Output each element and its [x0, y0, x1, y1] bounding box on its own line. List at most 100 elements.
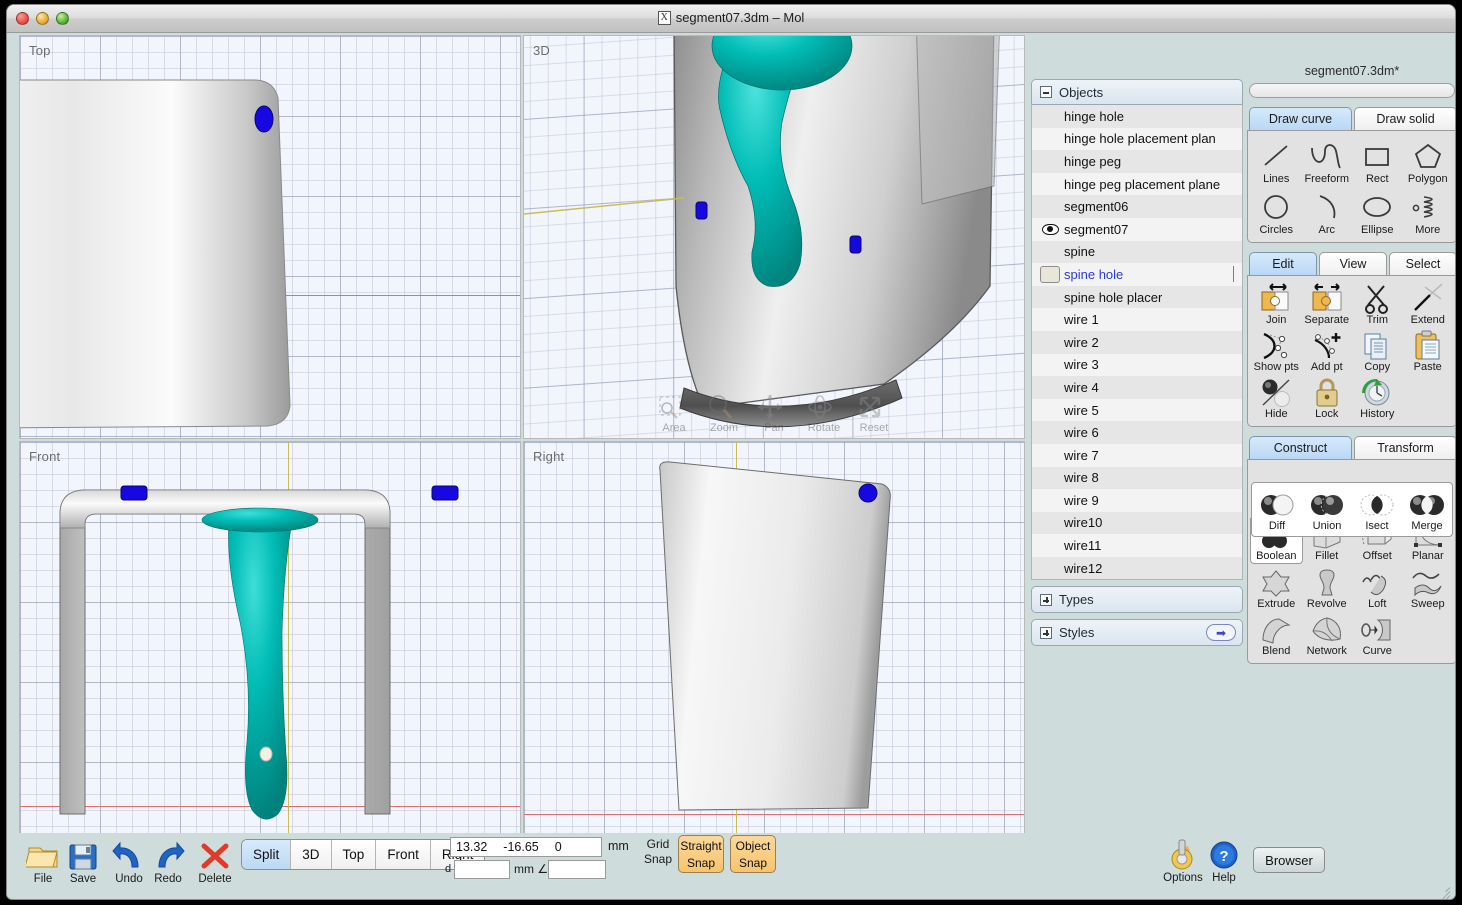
list-item[interactable]: spine: [1032, 241, 1242, 264]
tool-union[interactable]: Union: [1302, 488, 1352, 533]
distance-input[interactable]: [454, 860, 510, 879]
list-item[interactable]: wire 3: [1032, 354, 1242, 377]
object-snap-button[interactable]: Object Snap: [730, 835, 776, 873]
list-item[interactable]: wire12: [1032, 557, 1242, 580]
tool-lines[interactable]: Lines: [1251, 137, 1302, 186]
view-button-split[interactable]: Split: [242, 840, 291, 869]
tool-loft[interactable]: Loft: [1352, 566, 1403, 611]
list-item[interactable]: wire 2: [1032, 331, 1242, 354]
tool-merge[interactable]: Merge: [1402, 488, 1452, 533]
view-button-3d[interactable]: 3D: [291, 840, 331, 869]
list-item[interactable]: segment07: [1032, 218, 1242, 241]
list-item[interactable]: hinge peg placement plane: [1032, 173, 1242, 196]
browser-button[interactable]: Browser: [1253, 847, 1325, 873]
options-button[interactable]: Options: [1158, 838, 1208, 884]
list-item[interactable]: wire10: [1032, 512, 1242, 535]
list-item[interactable]: hinge hole placement plan: [1032, 128, 1242, 151]
tab-draw-curve[interactable]: Draw curve: [1249, 107, 1352, 130]
styles-panel-header[interactable]: Styles ➡: [1031, 619, 1243, 646]
tab-edit[interactable]: Edit: [1249, 252, 1317, 275]
list-item[interactable]: hinge hole: [1032, 105, 1242, 128]
straight-snap-button[interactable]: Straight Snap: [678, 835, 724, 873]
undo-button[interactable]: Undo: [107, 839, 151, 885]
list-item[interactable]: wire 8: [1032, 467, 1242, 490]
tool-diff[interactable]: Diff: [1252, 488, 1302, 533]
tool-polygon[interactable]: Polygon: [1403, 137, 1454, 186]
tool-curve[interactable]: Curve: [1352, 613, 1403, 658]
tool-circles[interactable]: Circles: [1251, 188, 1302, 237]
coordinate-input[interactable]: 13.32 -16.65 0: [450, 837, 602, 857]
tool-arc[interactable]: Arc: [1302, 188, 1353, 237]
tool-add-pt[interactable]: Add pt: [1302, 329, 1353, 374]
list-item[interactable]: wire 1: [1032, 308, 1242, 331]
row-gutter[interactable]: [1036, 266, 1064, 283]
view-button-top[interactable]: Top: [332, 840, 377, 869]
types-panel-header[interactable]: Types: [1031, 586, 1243, 613]
nav-zoom-button[interactable]: Zoom: [705, 392, 743, 434]
view-button-front[interactable]: Front: [376, 840, 431, 869]
grid-snap-toggle[interactable]: Grid Snap: [641, 837, 675, 867]
list-item-selected[interactable]: spine hole: [1032, 263, 1242, 286]
list-item[interactable]: segment06: [1032, 195, 1242, 218]
style-swatch-icon[interactable]: [1040, 266, 1060, 283]
tool-lock[interactable]: Lock: [1302, 376, 1353, 421]
tool-ellipse[interactable]: Ellipse: [1352, 188, 1403, 237]
boolean-flyout[interactable]: Diff Union Isect Merge: [1251, 482, 1453, 537]
viewport-front[interactable]: Front: [19, 441, 521, 845]
tool-history[interactable]: History: [1352, 376, 1403, 421]
tool-isect[interactable]: Isect: [1352, 488, 1402, 533]
list-item[interactable]: wire 5: [1032, 399, 1242, 422]
nav-reset-button[interactable]: Reset: [855, 392, 893, 434]
tool-extend[interactable]: Extend: [1403, 282, 1454, 327]
help-button[interactable]: ? Help: [1203, 838, 1245, 884]
list-item[interactable]: wire 9: [1032, 489, 1242, 512]
viewport-nav-controls[interactable]: Area Zoom Pan: [655, 392, 893, 434]
tool-copy[interactable]: Copy: [1352, 329, 1403, 374]
viewport-3d[interactable]: 3D Area Zoom: [523, 35, 1025, 439]
tool-show-pts[interactable]: Show pts: [1251, 329, 1302, 374]
tab-view[interactable]: View: [1319, 252, 1387, 275]
collapse-minus-icon[interactable]: [1040, 86, 1052, 98]
tab-construct[interactable]: Construct: [1249, 436, 1352, 459]
tool-more[interactable]: More: [1403, 188, 1454, 237]
tool-hide[interactable]: Hide: [1251, 376, 1302, 421]
list-item[interactable]: wire11: [1032, 534, 1242, 557]
tool-blend[interactable]: Blend: [1251, 613, 1302, 658]
tool-join[interactable]: Join: [1251, 282, 1302, 327]
resize-grip[interactable]: [1436, 883, 1450, 897]
expand-plus-icon[interactable]: [1040, 594, 1052, 606]
nav-rotate-button[interactable]: Rotate: [805, 392, 843, 434]
tool-revolve[interactable]: Revolve: [1302, 566, 1353, 611]
tool-trim[interactable]: Trim: [1352, 282, 1403, 327]
objects-list[interactable]: hinge hole hinge hole placement plan hin…: [1031, 104, 1243, 580]
redo-button[interactable]: Redo: [146, 839, 190, 885]
row-gutter[interactable]: [1036, 224, 1064, 235]
list-item[interactable]: wire 7: [1032, 444, 1242, 467]
objects-panel-header[interactable]: Objects: [1031, 79, 1243, 104]
command-line-input[interactable]: [1249, 83, 1455, 98]
viewport-top[interactable]: Top: [19, 35, 521, 439]
tab-select[interactable]: Select: [1389, 252, 1456, 275]
tool-network[interactable]: Network: [1302, 613, 1353, 658]
expand-plus-icon[interactable]: [1040, 627, 1052, 639]
nav-pan-button[interactable]: Pan: [755, 392, 793, 434]
tool-separate[interactable]: Separate: [1302, 282, 1353, 327]
tool-sweep[interactable]: Sweep: [1403, 566, 1454, 611]
tab-transform[interactable]: Transform: [1354, 436, 1456, 459]
list-item[interactable]: wire 4: [1032, 376, 1242, 399]
angle-input[interactable]: [548, 860, 606, 879]
save-button[interactable]: Save: [61, 839, 105, 885]
viewport-right[interactable]: Right: [523, 441, 1025, 845]
list-item[interactable]: spine hole placer: [1032, 286, 1242, 309]
delete-button[interactable]: Delete: [193, 839, 237, 885]
tab-draw-solid[interactable]: Draw solid: [1354, 107, 1456, 130]
nav-area-button[interactable]: Area: [655, 392, 693, 434]
tool-freeform[interactable]: Freeform: [1302, 137, 1353, 186]
tool-paste[interactable]: Paste: [1403, 329, 1454, 374]
list-item[interactable]: hinge peg: [1032, 150, 1242, 173]
eye-visible-icon[interactable]: [1042, 224, 1059, 235]
tool-extrude[interactable]: Extrude: [1251, 566, 1302, 611]
arrow-right-icon[interactable]: ➡: [1206, 624, 1236, 641]
list-item[interactable]: wire 6: [1032, 421, 1242, 444]
file-button[interactable]: File: [21, 839, 65, 885]
